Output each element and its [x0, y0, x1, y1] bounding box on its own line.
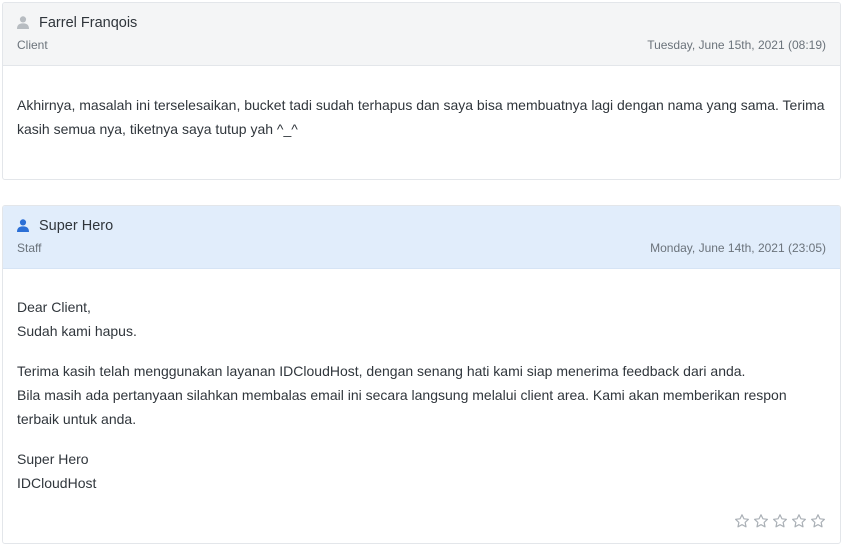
reply-author: Super Hero — [39, 218, 114, 234]
user-icon — [17, 16, 29, 29]
greeting: Dear Client, — [17, 299, 91, 315]
message-paragraph: Dear Client, Sudah kami hapus. — [17, 295, 826, 343]
reply-role: Client — [17, 38, 48, 52]
message-line: Bila masih ada pertanyaan silahkan memba… — [17, 387, 787, 427]
reply-header: Super Hero Staff Monday, June 14th, 2021… — [3, 206, 840, 269]
signature-company: IDCloudHost — [17, 475, 97, 491]
message-text: Akhirnya, masalah ini terselesaikan, buc… — [17, 97, 825, 137]
star-outline-icon[interactable] — [791, 513, 807, 529]
reply-author: Farrel Franqois — [39, 15, 138, 31]
ticket-reply-staff: Super Hero Staff Monday, June 14th, 2021… — [2, 205, 841, 544]
message-line: Terima kasih telah menggunakan layanan I… — [17, 363, 746, 379]
star-outline-icon[interactable] — [734, 513, 750, 529]
reply-header: Farrel Franqois Client Tuesday, June 15t… — [3, 3, 840, 66]
reply-message: Dear Client, Sudah kami hapus. Terima ka… — [3, 269, 840, 495]
reply-message: Akhirnya, masalah ini terselesaikan, buc… — [3, 66, 840, 141]
star-outline-icon[interactable] — [772, 513, 788, 529]
star-outline-icon[interactable] — [753, 513, 769, 529]
signature: Super Hero IDCloudHost — [17, 447, 826, 495]
rating-stars — [734, 513, 826, 529]
ticket-reply-client: Farrel Franqois Client Tuesday, June 15t… — [2, 2, 841, 180]
reply-role: Staff — [17, 241, 42, 255]
message-paragraph: Terima kasih telah menggunakan layanan I… — [17, 359, 826, 431]
user-icon — [17, 219, 29, 232]
reply-date: Monday, June 14th, 2021 (23:05) — [650, 241, 826, 255]
star-outline-icon[interactable] — [810, 513, 826, 529]
reply-date: Tuesday, June 15th, 2021 (08:19) — [647, 38, 826, 52]
signature-name: Super Hero — [17, 451, 89, 467]
message-line: Sudah kami hapus. — [17, 323, 137, 339]
